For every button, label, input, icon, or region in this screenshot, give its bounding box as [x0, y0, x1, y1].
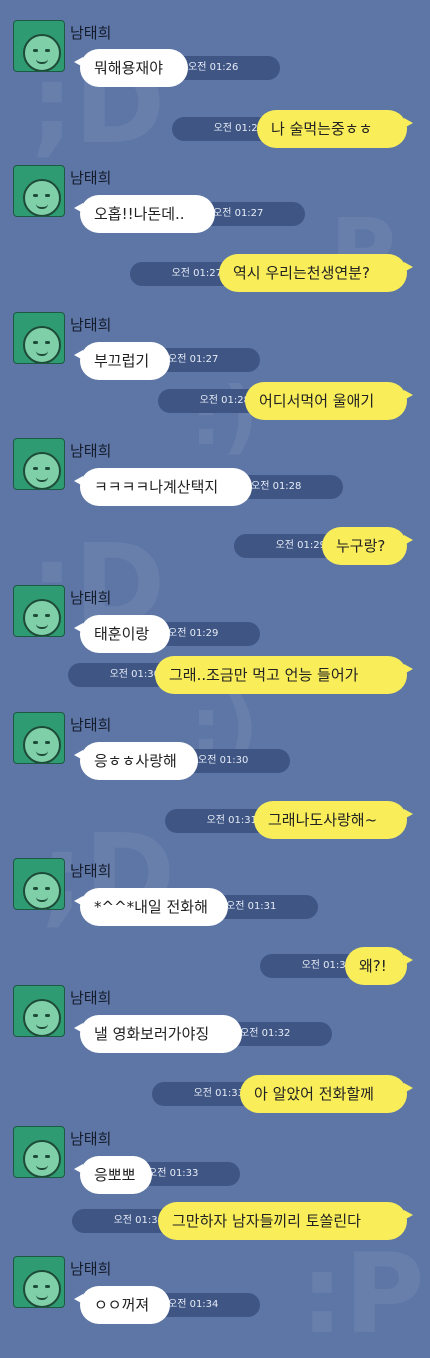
message-time: 오전 01:30: [190, 749, 290, 773]
sender-name: 남태희: [70, 24, 112, 42]
watermark: :): [190, 370, 259, 463]
message-time: 오전 01:33: [152, 1082, 252, 1106]
sender-name: 남태희: [70, 1130, 112, 1148]
sender-name: 남태희: [70, 716, 112, 734]
sender-avatar[interactable]: [13, 438, 65, 490]
outgoing-message[interactable]: 나 술먹는중ㅎㅎ: [257, 110, 413, 148]
message-time: 오전 01:27: [205, 202, 305, 226]
message-time: 오전 01:28: [243, 475, 343, 499]
message-time: 오전 01:31: [165, 809, 265, 833]
message-time: 오전 01:34: [160, 1293, 260, 1317]
sender-avatar[interactable]: [13, 585, 65, 637]
incoming-message[interactable]: 오홉!!나돈데..: [74, 195, 215, 233]
sender-name: 남태희: [70, 1260, 112, 1278]
incoming-message[interactable]: 태훈이랑: [74, 615, 170, 653]
sender-name: 남태희: [70, 442, 112, 460]
message-time: 오전 01:27: [160, 348, 260, 372]
outgoing-message[interactable]: 역시 우리는천생연분?: [219, 254, 413, 292]
outgoing-message[interactable]: 그만하자 남자들끼리 토쏠린다: [158, 1202, 413, 1240]
sender-avatar[interactable]: [13, 985, 65, 1037]
outgoing-message[interactable]: 어디서먹어 울애기: [245, 382, 413, 420]
sender-avatar[interactable]: [13, 312, 65, 364]
watermark: :P: [300, 1230, 425, 1358]
sender-name: 남태희: [70, 989, 112, 1007]
incoming-message[interactable]: 뭐해용재야: [74, 49, 188, 87]
incoming-message[interactable]: ㅇㅇ꺼져: [74, 1286, 170, 1324]
sender-avatar[interactable]: [13, 1256, 65, 1308]
sender-avatar[interactable]: [13, 165, 65, 217]
sender-avatar[interactable]: [13, 1126, 65, 1178]
outgoing-message[interactable]: 왜?!: [345, 947, 413, 985]
message-time: 오전 01:29: [160, 622, 260, 646]
message-time: 오전 01:28: [158, 389, 258, 413]
outgoing-message[interactable]: 그래..조금만 먹고 언능 들어가: [155, 656, 413, 694]
message-time: 오전 01:27: [130, 262, 230, 286]
incoming-message[interactable]: 응ㅎㅎ사랑해: [74, 742, 198, 780]
incoming-message[interactable]: 부끄럽기: [74, 342, 170, 380]
sender-name: 남태희: [70, 862, 112, 880]
sender-name: 남태희: [70, 589, 112, 607]
message-time: 오전 01:26: [180, 56, 280, 80]
incoming-message[interactable]: 응뽀뽀: [74, 1156, 152, 1194]
sender-avatar[interactable]: [13, 20, 65, 72]
outgoing-message[interactable]: 아 알았어 전화할께: [240, 1075, 413, 1113]
incoming-message[interactable]: *^^*내일 전화해: [74, 888, 228, 926]
message-time: 오전 01:32: [232, 1022, 332, 1046]
sender-avatar[interactable]: [13, 712, 65, 764]
sender-name: 남태희: [70, 169, 112, 187]
incoming-message[interactable]: ㅋㅋㅋㅋ나계산택지: [74, 468, 252, 506]
message-time: 오전 01:31: [218, 895, 318, 919]
outgoing-message[interactable]: 누구랑?: [322, 527, 413, 565]
message-time: 오전 01:29: [234, 534, 334, 558]
incoming-message[interactable]: 낼 영화보러가야징: [74, 1015, 242, 1053]
message-time: 오전 01:33: [140, 1162, 240, 1186]
outgoing-message[interactable]: 그래나도사랑해~: [254, 801, 413, 839]
sender-name: 남태희: [70, 316, 112, 334]
message-time: 오전 01:34: [72, 1209, 172, 1233]
sender-avatar[interactable]: [13, 858, 65, 910]
message-time: 오전 01:30: [68, 663, 168, 687]
